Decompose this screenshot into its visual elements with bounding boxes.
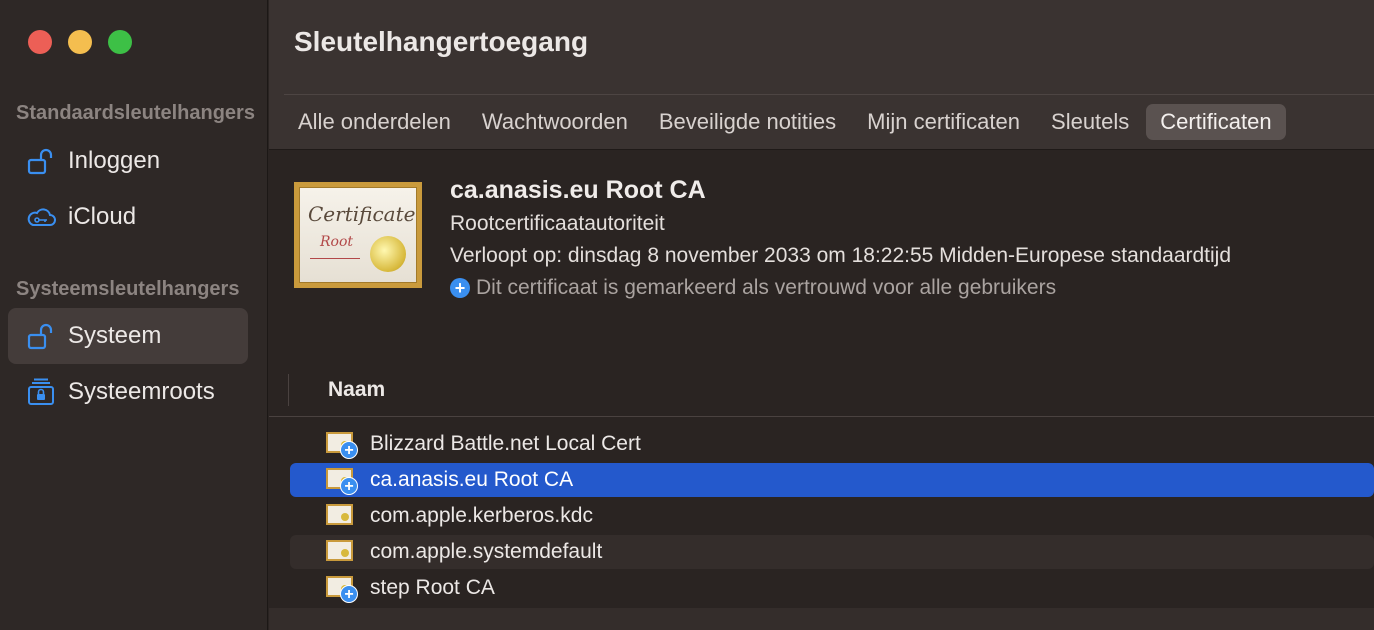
sidebar-item-label: Inloggen (68, 147, 161, 174)
empty-row (269, 608, 1374, 630)
certificate-name: ca.anasis.eu Root CA (450, 176, 706, 204)
tab-divider (284, 94, 1374, 95)
row-name: Blizzard Battle.net Local Cert (370, 432, 641, 455)
sidebar-item-label: iCloud (68, 203, 137, 230)
header-separator (269, 416, 1374, 417)
table-row[interactable]: com.apple.kerberos.kdc (290, 499, 1374, 533)
window-controls (28, 30, 132, 54)
certificate-large-icon: Certificate Root (294, 182, 422, 288)
sidebar-section-standard: Standaardsleutelhangers (16, 102, 255, 124)
table-row[interactable]: + Blizzard Battle.net Local Cert (290, 427, 1374, 461)
certificate-type: Rootcertificaatautoriteit (450, 212, 665, 235)
tab-beveiligde-notities[interactable]: Beveiligde notities (645, 104, 850, 140)
tab-wachtwoorden[interactable]: Wachtwoorden (468, 104, 642, 140)
category-tabs: Alle onderdelen Wachtwoorden Beveiligde … (284, 104, 1289, 140)
tab-certificaten[interactable]: Certificaten (1146, 104, 1286, 140)
certificate-icon-subtitle: Root (320, 234, 354, 250)
sidebar-item-systeem[interactable]: Systeem (8, 308, 248, 364)
certificate-expiry: Verloopt op: dinsdag 8 november 2033 om … (450, 244, 1232, 267)
table-row[interactable]: + ca.anasis.eu Root CA (290, 463, 1374, 497)
toolbar: Sleutelhangertoegang Alle onderdelen Wac… (269, 0, 1374, 150)
window-title: Sleutelhangertoegang (294, 26, 589, 57)
row-name: com.apple.systemdefault (370, 540, 603, 563)
sidebar-item-label: Systeemroots (68, 378, 215, 405)
column-header-name[interactable]: Naam (328, 378, 385, 402)
sidebar-item-icloud[interactable]: iCloud (8, 189, 248, 245)
locked-cabinet-icon (24, 377, 58, 407)
table-row[interactable]: com.apple.systemdefault (290, 535, 1374, 569)
zoom-window-button[interactable] (108, 30, 132, 54)
sidebar-section-system: Systeemsleutelhangers (16, 278, 240, 300)
certificate-trusted-icon: + (326, 575, 358, 603)
unlocked-padlock-icon (24, 321, 58, 351)
tab-mijn-certificaten[interactable]: Mijn certificaten (853, 104, 1034, 140)
certificate-trust-status: + Dit certificaat is gemarkeerd als vert… (450, 276, 1056, 300)
row-name: com.apple.kerberos.kdc (370, 504, 593, 527)
column-divider[interactable] (288, 374, 289, 406)
sidebar-item-label: Systeem (68, 322, 162, 349)
main-panel: Sleutelhangertoegang Alle onderdelen Wac… (269, 0, 1374, 630)
sidebar: Standaardsleutelhangers Inloggen iCloud … (0, 0, 268, 630)
certificate-icon (326, 539, 356, 565)
table-row[interactable]: + step Root CA (290, 571, 1374, 605)
certificate-icon-title: Certificate (308, 202, 416, 226)
icloud-key-icon (24, 202, 58, 232)
trust-text: Dit certificaat is gemarkeerd als vertro… (476, 276, 1057, 299)
tab-alle-onderdelen[interactable]: Alle onderdelen (284, 104, 465, 140)
certificate-trusted-icon: + (326, 431, 358, 459)
trusted-plus-icon: + (450, 278, 470, 298)
sidebar-item-systeemroots[interactable]: Systeemroots (8, 364, 248, 420)
tab-sleutels[interactable]: Sleutels (1037, 104, 1143, 140)
seal-icon (370, 236, 406, 272)
minimize-window-button[interactable] (68, 30, 92, 54)
close-window-button[interactable] (28, 30, 52, 54)
row-name: ca.anasis.eu Root CA (370, 468, 574, 491)
sidebar-item-inloggen[interactable]: Inloggen (8, 133, 248, 189)
certificate-icon (326, 503, 356, 529)
certificate-trusted-icon: + (326, 467, 358, 495)
row-name: step Root CA (370, 576, 495, 599)
unlocked-padlock-icon (24, 146, 58, 176)
